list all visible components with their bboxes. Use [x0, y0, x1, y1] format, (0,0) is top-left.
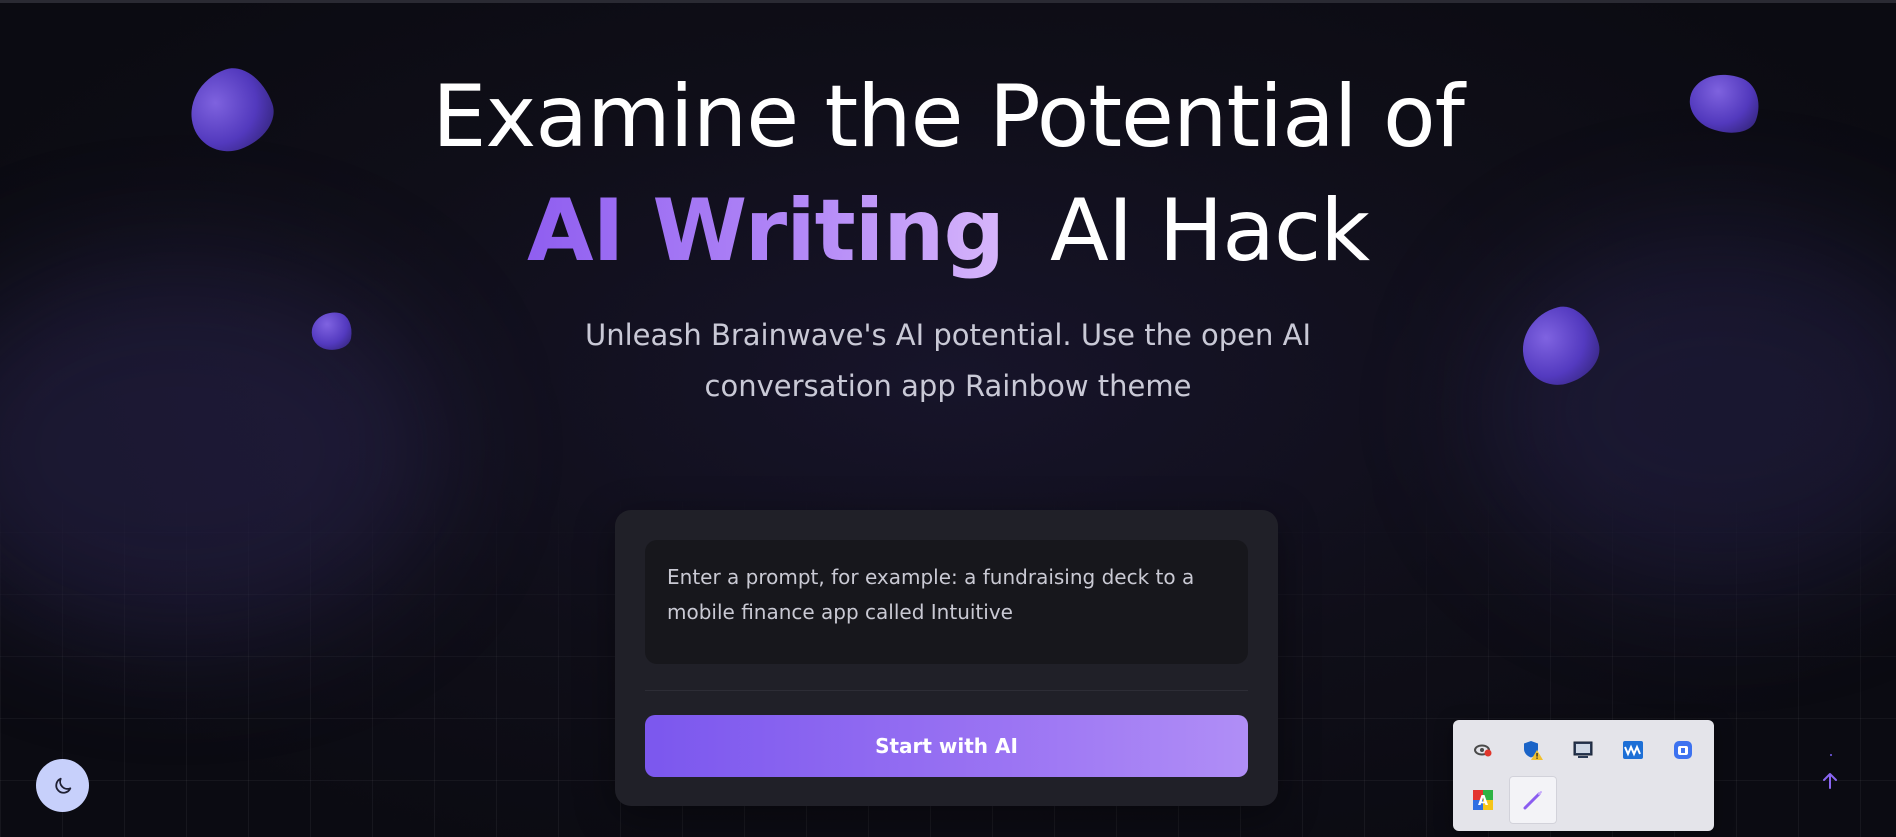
scroll-to-top-button[interactable] [1812, 763, 1848, 799]
tray-item-pen[interactable] [1509, 776, 1557, 824]
system-tray-overflow: A [1453, 720, 1714, 831]
arrow-up-icon [1823, 773, 1837, 789]
tray-item-nvidia[interactable] [1459, 726, 1507, 774]
hero-title-line2: AI Writing AI Hack [0, 176, 1896, 286]
hero-subtitle: Unleash Brainwave's AI potential. Use th… [548, 310, 1348, 412]
tray-item-language[interactable]: A [1459, 776, 1507, 824]
theme-toggle-button[interactable] [36, 759, 89, 812]
tray-item-audio[interactable] [1609, 726, 1657, 774]
window-top-border [0, 0, 1896, 3]
prompt-card: Enter a prompt, for example: a fundraisi… [615, 510, 1278, 806]
nvidia-icon [1474, 744, 1492, 757]
prompt-input[interactable]: Enter a prompt, for example: a fundraisi… [645, 540, 1248, 664]
audio-equalizer-icon [1623, 741, 1643, 759]
hero-subtitle-line1: Unleash Brainwave's AI potential. Use th… [584, 318, 1312, 352]
hero-subtitle-line2: conversation app Rainbow theme [704, 369, 1192, 403]
hero-title-suffix: AI Hack [1050, 181, 1370, 281]
tray-item-display[interactable] [1559, 726, 1607, 774]
security-shield-warning-icon [1524, 741, 1543, 760]
display-icon [1573, 741, 1593, 758]
hero-title-line1: Examine the Potential of [432, 67, 1465, 167]
moon-icon [54, 777, 71, 794]
scroll-progress-dot [1830, 754, 1832, 756]
language-input-icon: A [1473, 790, 1493, 810]
cloud-sync-icon [1674, 741, 1692, 759]
card-divider [645, 690, 1248, 691]
pen-icon [1523, 791, 1542, 810]
start-with-ai-button[interactable]: Start with AI [645, 715, 1248, 777]
hero-accent-text: AI Writing [526, 181, 1005, 281]
tray-item-security[interactable] [1509, 726, 1557, 774]
svg-text:A: A [1478, 794, 1488, 809]
tray-item-cloud[interactable] [1659, 726, 1707, 774]
